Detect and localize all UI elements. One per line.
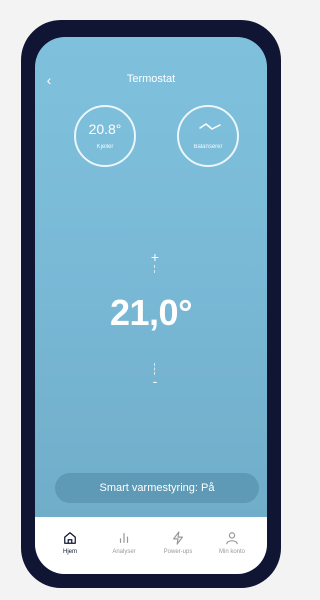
wave-icon bbox=[199, 123, 221, 130]
current-temperature-location: Kjeller bbox=[96, 144, 114, 150]
decrease-temperature-button[interactable]: - bbox=[145, 373, 165, 389]
slider-track-upper bbox=[154, 265, 156, 273]
setpoint-temperature: 21,0° bbox=[110, 292, 192, 333]
tab-analyser[interactable]: Analyser bbox=[100, 531, 148, 555]
tab-analyser-label: Analyser bbox=[112, 549, 136, 555]
tab-account-label: Min konto bbox=[218, 549, 245, 555]
tab-home[interactable]: Hjem bbox=[46, 531, 94, 555]
smart-heating-button[interactable]: Smart varmestyring: På bbox=[55, 473, 259, 503]
tab-home-label: Hjem bbox=[62, 549, 77, 555]
user-icon bbox=[226, 532, 238, 545]
tab-power-ups-label: Power-ups bbox=[163, 549, 193, 555]
app-screen: ‹ Termostat 20.8° Kjeller Balanserer + 2… bbox=[35, 37, 267, 574]
bottom-tab-bar: Hjem Analyser Power-ups Min konto bbox=[35, 517, 267, 574]
current-temperature-card[interactable]: 20.8° Kjeller bbox=[74, 105, 136, 167]
home-icon bbox=[64, 532, 76, 544]
page-title: Termostat bbox=[126, 73, 176, 85]
balance-status-label: Balanserer bbox=[193, 144, 223, 150]
header: ‹ Termostat bbox=[35, 37, 267, 88]
balance-status-card[interactable]: Balanserer bbox=[177, 105, 239, 167]
tab-account[interactable]: Min konto bbox=[208, 531, 256, 555]
tab-power-ups[interactable]: Power-ups bbox=[154, 531, 202, 555]
current-temperature-value: 20.8° bbox=[88, 121, 122, 137]
bar-chart-icon bbox=[119, 533, 129, 543]
lightning-icon bbox=[173, 531, 183, 545]
